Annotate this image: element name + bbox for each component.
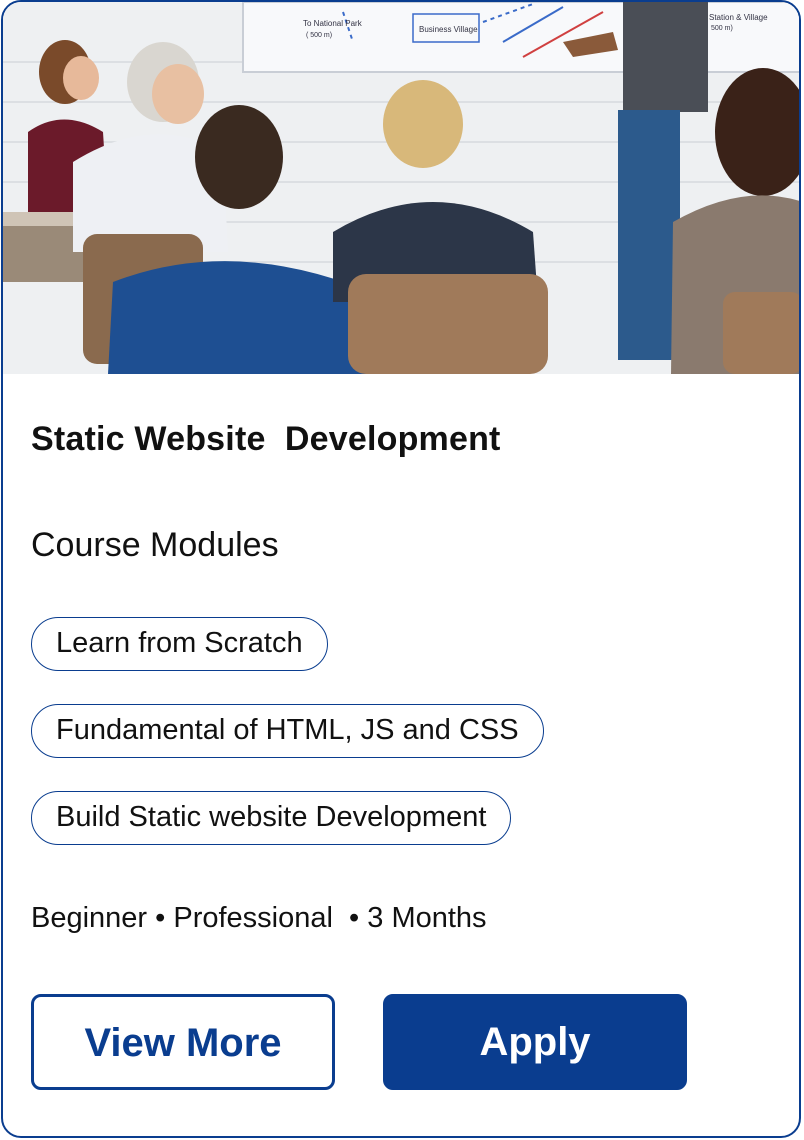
view-more-button[interactable]: View More <box>31 994 335 1090</box>
course-title: Static Website Development <box>31 420 501 458</box>
course-card: To National Park ( 500 m) Business Villa… <box>1 0 801 1138</box>
classroom-presentation-photo: To National Park ( 500 m) Business Villa… <box>3 2 799 374</box>
whiteboard-label: 500 m) <box>711 25 733 32</box>
course-meta-info: Beginner • Professional • 3 Months <box>31 902 487 934</box>
module-tag: Build Static website Development <box>31 791 512 845</box>
apply-button[interactable]: Apply <box>383 994 687 1090</box>
course-modules-heading: Course Modules <box>31 526 279 564</box>
whiteboard-label: ( 500 m) <box>306 32 332 39</box>
course-hero-image: To National Park ( 500 m) Business Villa… <box>3 2 799 374</box>
whiteboard-label: Business Village <box>419 25 478 34</box>
module-tag: Fundamental of HTML, JS and CSS <box>31 704 544 758</box>
whiteboard-label: To National Park <box>303 19 363 28</box>
module-tag: Learn from Scratch <box>31 617 328 671</box>
whiteboard-label: Station & Village <box>709 13 768 22</box>
